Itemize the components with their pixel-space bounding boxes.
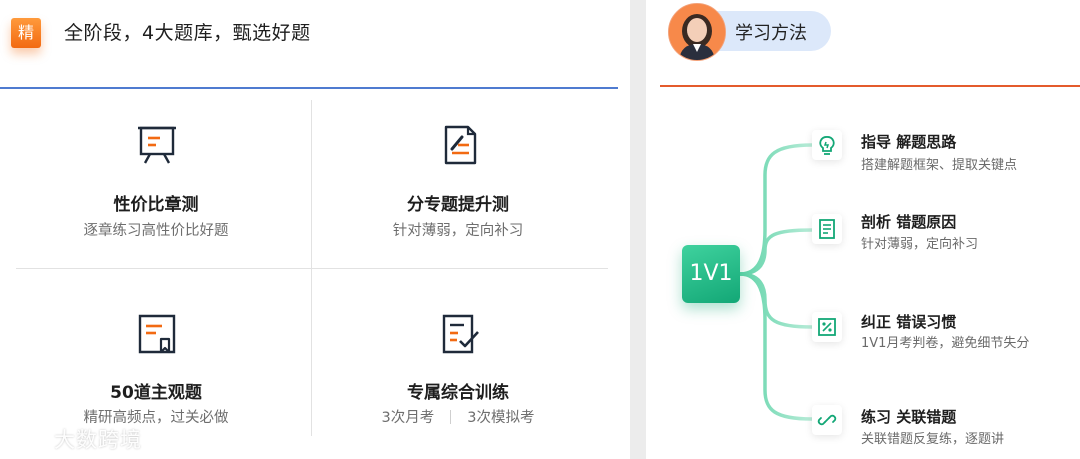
lightbulb-icon [819,136,835,155]
node-title: 剖析 错题原因 [861,213,957,231]
node-icon-box [812,312,842,342]
percent-icon [818,318,836,336]
node-description: 1V1月考判卷，避免细节失分 [861,336,1030,351]
node-description: 关联错题反复练，逐题讲 [861,432,1005,447]
node-description: 搭建解题框架、提取关键点 [861,158,1018,173]
node-icon-box [812,405,842,435]
node-title: 练习 关联错题 [861,408,957,426]
node-title: 纠正 错误习惯 [861,313,957,331]
node-icon-box [812,130,842,160]
node-title: 指导 解题思路 [861,133,957,151]
link-icon [817,414,837,426]
node-icon-box [812,214,842,244]
node-description: 针对薄弱，定向补习 [861,237,979,252]
document-lines-icon [819,219,835,239]
one-on-one-hub: 1V1 [682,245,740,303]
